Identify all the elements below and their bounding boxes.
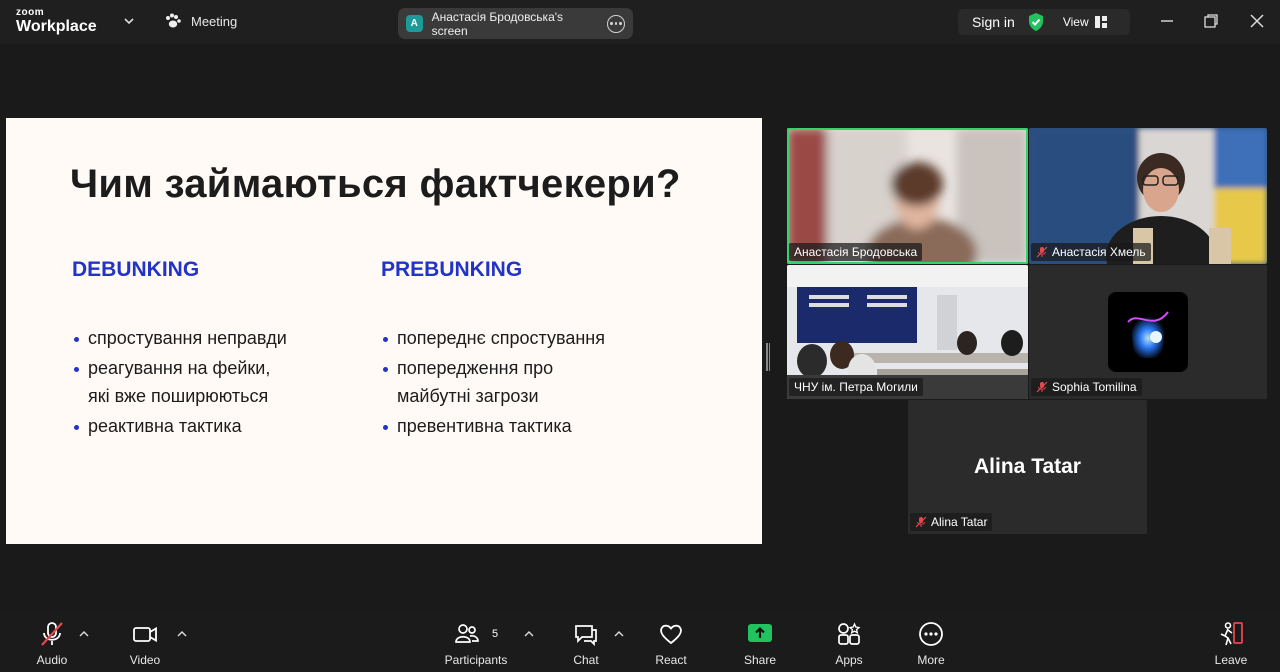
list-item: превентивна тактика	[381, 412, 605, 440]
meeting-toolbar: Audio Video Participants 5 Chat React Sh…	[0, 614, 1280, 672]
participant-name-tag: Alina Tatar	[910, 513, 993, 531]
video-button[interactable]: Video	[110, 620, 180, 667]
mic-off-icon	[1036, 381, 1048, 393]
audio-label: Audio	[36, 653, 68, 667]
react-label: React	[655, 653, 687, 667]
list-item: спростування неправди	[72, 324, 287, 352]
participant-display-name: Alina Tatar	[974, 455, 1081, 478]
video-tile[interactable]: Alina Tatar Alina Tatar	[908, 400, 1147, 534]
list-item: реагування на фейки,	[72, 354, 287, 382]
share-label: Share	[743, 653, 777, 667]
participant-name-tag: Анастасія Хмель	[1031, 243, 1151, 261]
meeting-label: Meeting	[191, 13, 238, 29]
apps-button[interactable]: Apps	[814, 620, 884, 667]
screen-share-label: Анастасія Бродовська's screen	[431, 9, 564, 38]
leave-button[interactable]: Leave	[1196, 620, 1266, 667]
avatar: A	[406, 15, 423, 32]
participant-name: Sophia Tomilina	[1052, 380, 1137, 394]
share-button[interactable]: Share	[725, 620, 795, 667]
prebunking-heading: PREBUNKING	[381, 258, 523, 281]
apps-icon	[838, 622, 861, 645]
meeting-info-button[interactable]: Meeting	[164, 13, 237, 29]
chevron-up-icon[interactable]	[177, 630, 187, 638]
brand-main: Workplace	[16, 18, 97, 35]
video-label: Video	[129, 653, 161, 667]
participant-name-tag: Анастасія Бродовська	[789, 243, 923, 261]
list-item: реактивна тактика	[72, 412, 287, 440]
leave-icon	[1220, 622, 1243, 646]
apps-label: Apps	[835, 653, 863, 667]
more-button[interactable]: More	[896, 620, 966, 667]
grid-view-icon	[1094, 16, 1107, 28]
sign-in-button[interactable]: Sign in	[958, 14, 1027, 30]
more-label: More	[917, 653, 945, 667]
close-icon[interactable]	[1248, 12, 1266, 30]
panel-splitter-handle[interactable]	[766, 343, 771, 371]
participant-name: Alina Tatar	[931, 515, 988, 529]
video-tile[interactable]: Анастасія Бродовська	[787, 128, 1028, 264]
chat-icon	[575, 625, 597, 647]
screen-share-pill[interactable]: A Анастасія Бродовська's screen	[398, 8, 633, 39]
participant-name: Анастасія Бродовська	[794, 245, 918, 259]
chevron-up-icon[interactable]	[79, 630, 89, 638]
video-tile[interactable]: Анастасія Хмель	[1029, 128, 1267, 264]
brand-small: zoom	[16, 7, 45, 18]
participant-name: ЧНУ ім. Петра Могили	[794, 380, 918, 394]
list-item-continuation: майбутні загрози	[381, 382, 605, 410]
participant-name: Анастасія Хмель	[1052, 245, 1146, 259]
participants-button[interactable]: Participants	[441, 620, 511, 667]
participants-count: 5	[492, 628, 499, 640]
audio-button[interactable]: Audio	[17, 620, 87, 667]
debunking-heading: DEBUNKING	[72, 258, 200, 281]
minimize-icon[interactable]	[1158, 12, 1176, 30]
participants-icon	[455, 624, 479, 643]
more-circle-icon	[919, 622, 943, 646]
mic-off-icon	[915, 516, 927, 528]
participant-avatar-image	[1108, 292, 1188, 372]
react-button[interactable]: React	[636, 620, 706, 667]
heart-icon	[660, 624, 682, 645]
participant-name-tag: Sophia Tomilina	[1031, 378, 1142, 396]
chat-label: Chat	[573, 653, 599, 667]
list-item-line: які вже поширюються	[88, 386, 269, 406]
participants-label: Participants	[444, 653, 508, 667]
view-label: View	[1062, 15, 1089, 29]
video-icon	[133, 626, 157, 643]
mic-off-icon	[41, 622, 63, 646]
chevron-up-icon[interactable]	[614, 630, 624, 638]
shared-screen[interactable]: Чим займаються фактчекери? DEBUNKING спр…	[6, 118, 762, 544]
view-button[interactable]: View	[1063, 15, 1107, 29]
shield-check-icon[interactable]	[1027, 12, 1045, 32]
chevron-down-icon[interactable]	[122, 14, 136, 28]
list-item: попередження про	[381, 354, 605, 382]
restore-icon[interactable]	[1202, 12, 1220, 30]
video-tile[interactable]: Sophia Tomilina	[1029, 265, 1267, 399]
zoom-logo: zoom Workplace	[16, 8, 97, 35]
list-item-line: майбутні загрози	[397, 386, 539, 406]
paw-icon	[166, 13, 181, 28]
list-item-line: реагування на фейки,	[88, 358, 271, 378]
debunking-list: спростування неправди реагування на фейк…	[72, 324, 287, 442]
video-tile[interactable]: ЧНУ ім. Петра Могили	[787, 265, 1028, 399]
participant-name-tag: ЧНУ ім. Петра Могили	[789, 378, 923, 396]
list-item-continuation: які вже поширюються	[72, 382, 287, 410]
title-bar: zoom Workplace Meeting A Анастасія Бродо…	[0, 0, 1280, 44]
mic-off-icon	[1036, 246, 1048, 258]
chevron-up-icon[interactable]	[524, 630, 534, 638]
leave-label: Leave	[1214, 653, 1248, 667]
list-item-line: попередження про	[397, 358, 554, 378]
share-icon	[748, 624, 772, 642]
chat-button[interactable]: Chat	[551, 620, 621, 667]
list-item: попереднє спростування	[381, 324, 605, 352]
prebunking-list: попереднє спростування попередження про …	[381, 324, 605, 442]
account-group: Sign in View	[958, 9, 1130, 35]
more-icon[interactable]	[607, 14, 625, 33]
slide-title: Чим займаються фактчекери?	[70, 162, 681, 206]
